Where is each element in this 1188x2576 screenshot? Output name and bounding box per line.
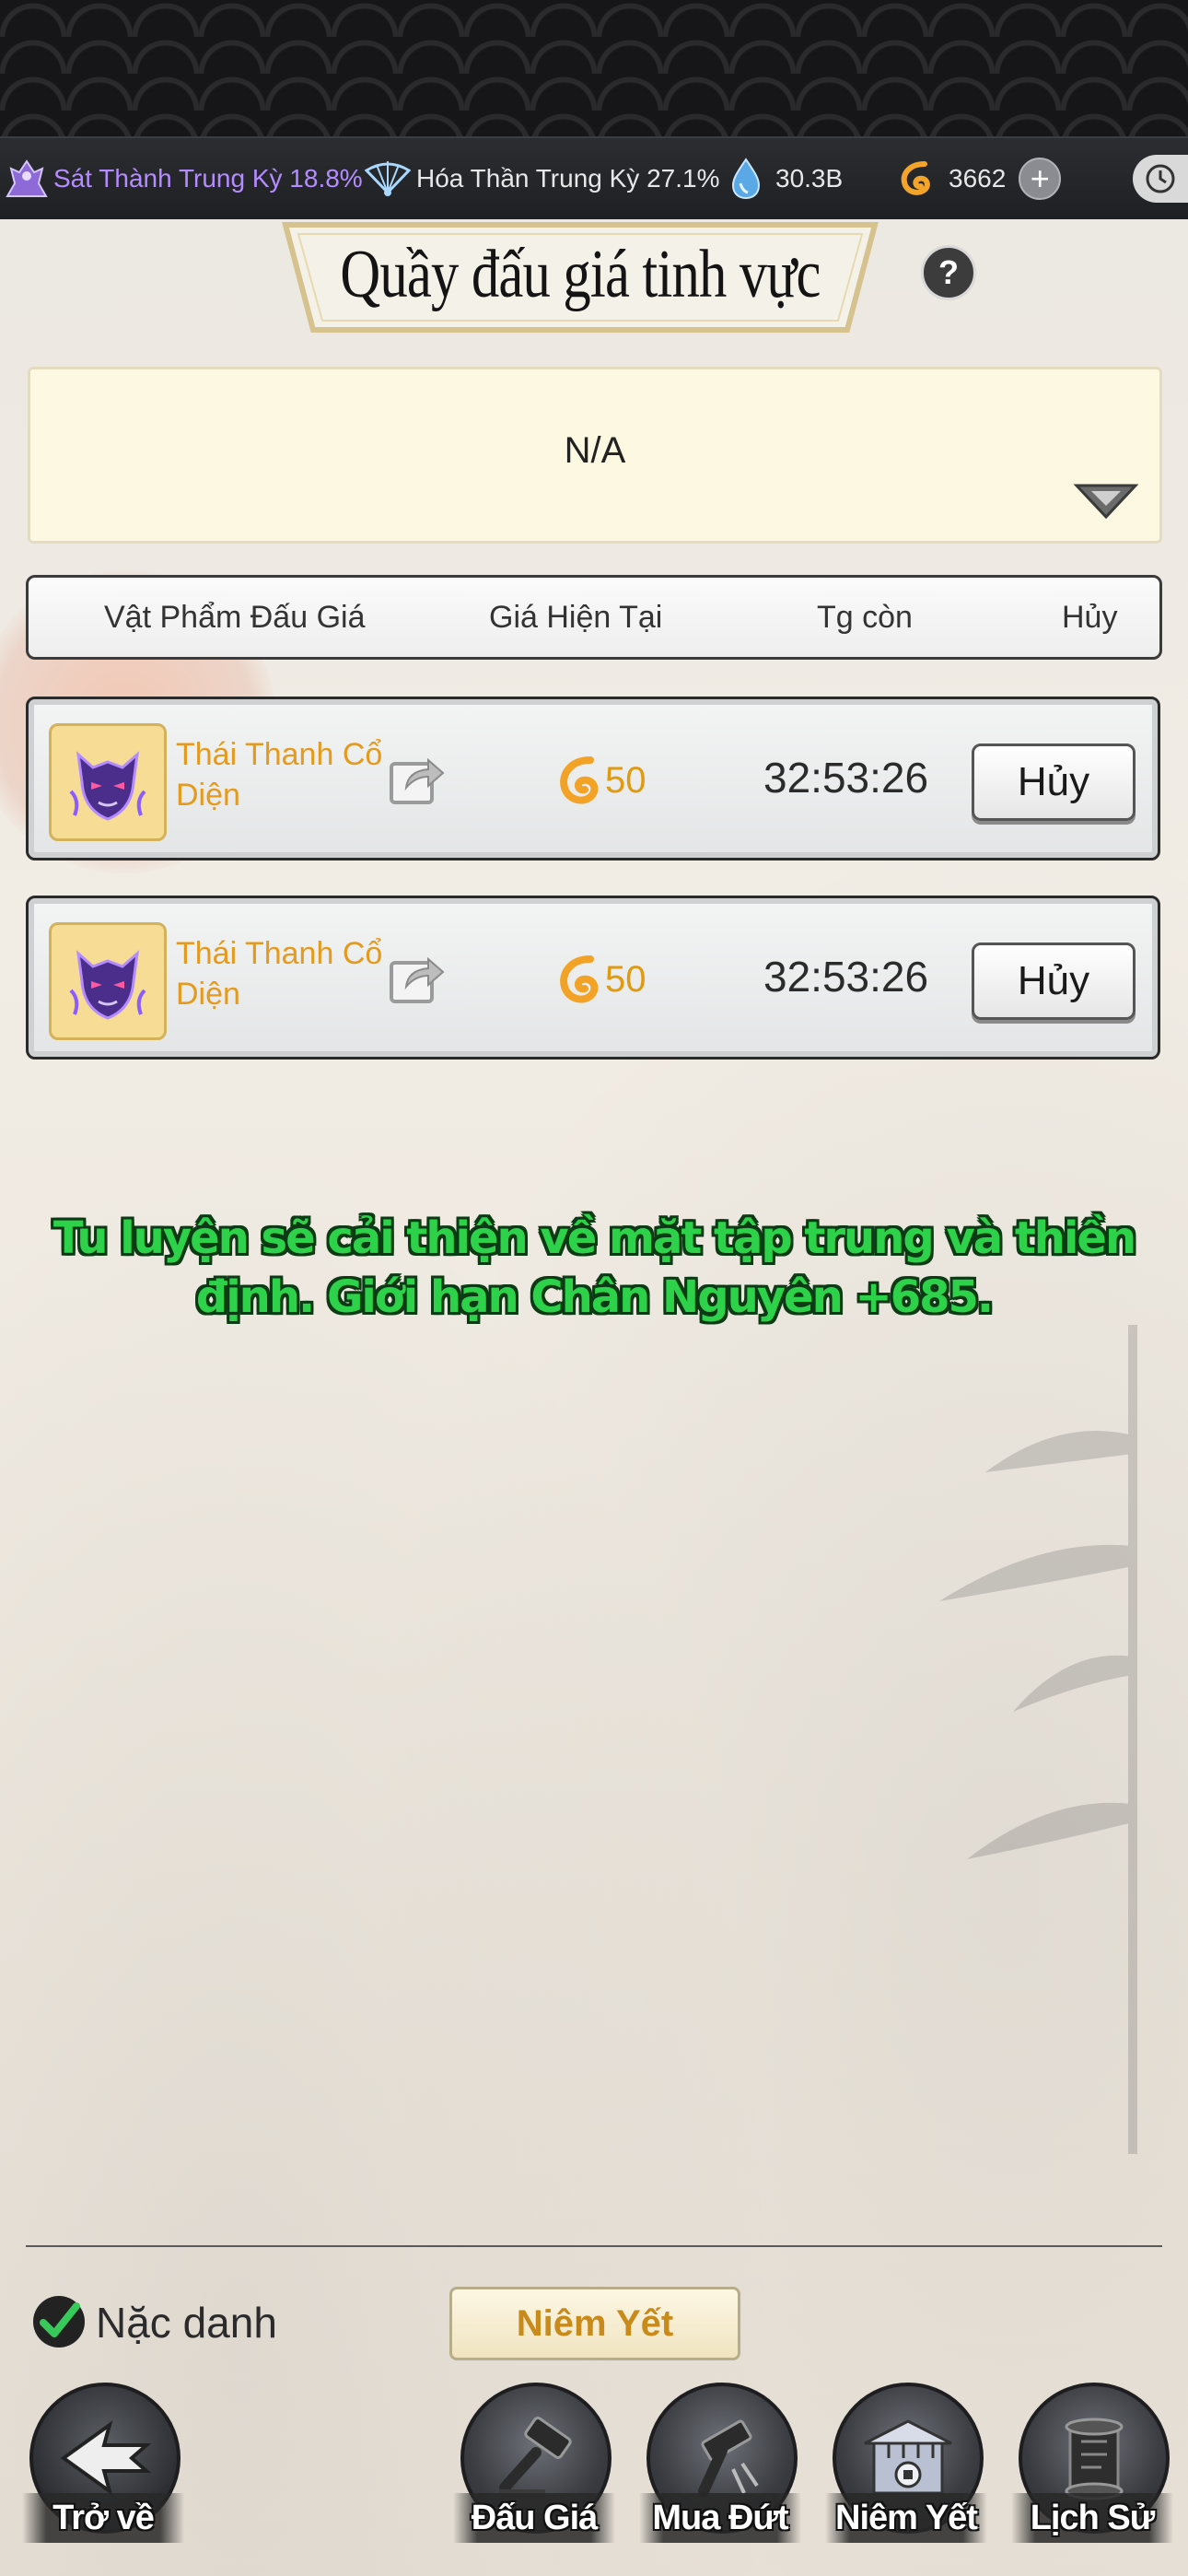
anonymous-checkbox[interactable] <box>33 2296 85 2348</box>
nav-listing-label: Niêm Yết <box>825 2493 987 2543</box>
realm-stat-2-text: Hóa Thần Trung Kỳ 27.1% <box>416 164 720 193</box>
check-icon <box>40 2302 80 2337</box>
nav-auction[interactable]: Đấu Giá <box>453 2383 615 2567</box>
table-row: Thái Thanh Cổ Diện 50 32:53:26 Hủy <box>26 697 1160 861</box>
chevron-down-icon <box>1073 484 1139 520</box>
status-bar: Sát Thành Trung Kỳ 18.8% Hóa Thần Trung … <box>0 136 1188 221</box>
crystal-icon <box>731 158 761 200</box>
fan-icon <box>364 161 412 196</box>
anonymous-label: Nặc danh <box>96 2299 277 2347</box>
nav-history[interactable]: Lịch Sử <box>1011 2383 1173 2567</box>
item-name: Thái Thanh Cổ Diện <box>176 936 383 1012</box>
gavel-icon <box>499 2417 572 2499</box>
realm-stat-2[interactable]: Hóa Thần Trung Kỳ 27.1% <box>363 138 719 219</box>
filter-dropdown[interactable]: N/A <box>28 367 1162 544</box>
item-slot[interactable] <box>49 723 167 841</box>
spirit-coin-icon <box>560 756 599 804</box>
demon-mask-icon <box>69 751 146 821</box>
back-label: Trở về <box>22 2493 184 2543</box>
cultivator-icon <box>6 159 48 197</box>
item-name: Thái Thanh Cổ Diện <box>176 737 383 813</box>
column-header-cancel: Hủy <box>1062 600 1118 635</box>
current-price: 50 <box>555 753 646 808</box>
current-price: 50 <box>555 952 646 1007</box>
hammer-icon <box>698 2419 759 2497</box>
auction-panel <box>0 219 1188 2576</box>
currency-value: 3662 <box>949 164 1007 193</box>
item-slot[interactable] <box>49 922 167 1040</box>
nav-buyout-label: Mua Đứt <box>639 2493 801 2543</box>
nav-buyout[interactable]: Mua Đứt <box>639 2383 801 2567</box>
scroll-icon <box>1065 2418 1124 2500</box>
price-value: 50 <box>605 759 646 801</box>
title-plaque: Quầy đấu giá tinh vực <box>258 217 903 337</box>
share-icon[interactable] <box>388 950 447 1005</box>
price-value: 50 <box>605 958 646 1000</box>
realm-stat-1-text: Sát Thành Trung Kỳ 18.8% <box>53 164 363 193</box>
page-title: Quầy đấu giá tinh vực <box>340 237 821 312</box>
clock-button[interactable] <box>1133 155 1188 203</box>
cultivation-notice: Tu luyện sẽ cải thiện về mặt tập trung v… <box>52 1212 1136 1323</box>
clock-icon <box>1146 164 1175 193</box>
nav-history-label: Lịch Sử <box>1011 2493 1173 2543</box>
spirit-coin-icon <box>901 161 930 195</box>
column-header-time: Tg còn <box>817 600 913 635</box>
crystal-counter[interactable]: 30.3B <box>728 138 843 219</box>
back-arrow-icon <box>60 2420 152 2496</box>
realm-stat-1[interactable]: Sát Thành Trung Kỳ 18.8% <box>4 138 363 219</box>
footer-divider <box>26 2245 1162 2247</box>
currency-counter[interactable]: 3662 + <box>897 138 1062 219</box>
add-currency-button[interactable]: + <box>1019 158 1062 200</box>
time-left: 32:53:26 <box>763 754 929 802</box>
top-decorative-banner <box>0 0 1188 136</box>
column-header-item: Vật Phẩm Đấu Giá <box>104 600 366 635</box>
share-icon[interactable] <box>388 751 447 806</box>
table-header: Vật Phẩm Đấu Giá Giá Hiện Tại Tg còn Hủy <box>26 575 1162 660</box>
crystal-value: 30.3B <box>775 164 844 193</box>
bamboo-decoration <box>939 1325 1137 2154</box>
cancel-button[interactable]: Hủy <box>972 744 1136 821</box>
filter-value: N/A <box>564 430 626 471</box>
back-button[interactable]: Trở về <box>22 2383 184 2567</box>
column-header-price: Giá Hiện Tại <box>489 600 663 635</box>
nav-listing[interactable]: Niêm Yết <box>825 2383 987 2567</box>
table-row: Thái Thanh Cổ Diện 50 32:53:26 Hủy <box>26 896 1160 1060</box>
time-left: 32:53:26 <box>763 953 929 1001</box>
nav-auction-label: Đấu Giá <box>453 2493 615 2543</box>
demon-mask-icon <box>69 950 146 1020</box>
spirit-coin-icon <box>560 955 599 1003</box>
list-item-button[interactable]: Niêm Yết <box>449 2287 740 2360</box>
help-button[interactable]: ? <box>921 245 976 300</box>
cancel-button[interactable]: Hủy <box>972 943 1136 1020</box>
shop-icon <box>864 2419 952 2495</box>
